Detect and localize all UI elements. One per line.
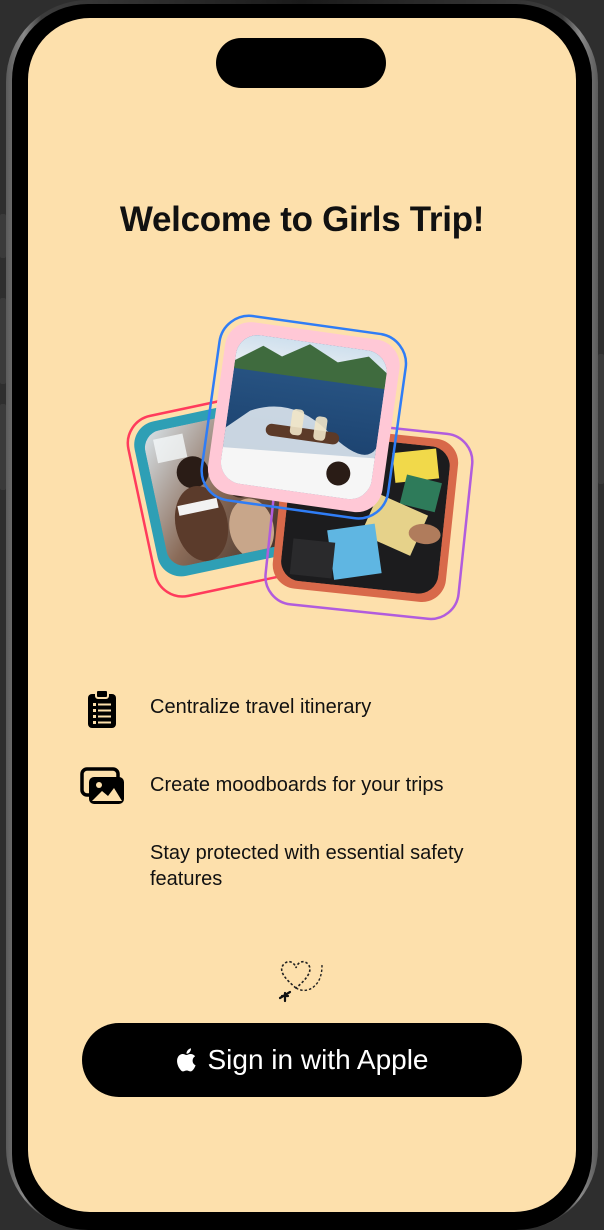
photo-stack-icon [80, 766, 126, 811]
feature-safety-text: Stay protected with essential safety fea… [150, 842, 464, 890]
screen: Welcome to Girls Trip! Centralize travel… [28, 18, 576, 1212]
sign-in-label: Sign in with Apple [207, 1044, 429, 1075]
silent-switch [0, 214, 6, 258]
heart-airplane-doodle-icon [276, 958, 328, 1009]
apple-logo-icon [175, 1047, 197, 1073]
power-button [598, 354, 604, 484]
feature-itinerary-text: Centralize travel itinerary [150, 696, 372, 718]
clipboard-list-icon [86, 689, 118, 734]
boat-toast-photo [200, 314, 408, 520]
sign-in-with-apple-button[interactable]: Sign in with Apple [82, 1023, 522, 1097]
volume-up-button [0, 298, 6, 384]
feature-moodboard-text: Create moodboards for your trips [150, 774, 444, 796]
volume-down-button [0, 404, 6, 490]
